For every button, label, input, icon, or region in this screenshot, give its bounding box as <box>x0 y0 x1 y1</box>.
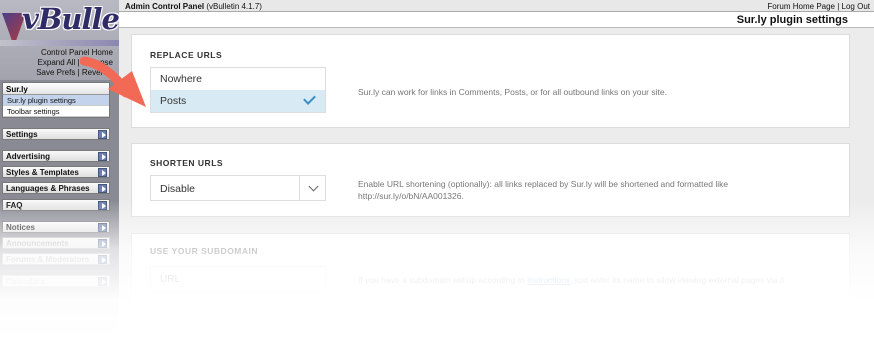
expand-arrow-icon[interactable] <box>98 223 107 232</box>
expand-arrow-icon[interactable] <box>98 277 107 286</box>
replace-urls-options[interactable]: Nowhere Posts <box>150 67 326 113</box>
option-posts[interactable]: Posts <box>151 90 325 112</box>
replace-urls-description: Sur.ly can work for links in Comments, P… <box>358 87 667 97</box>
admin-title: Admin Control Panel (vBulletin 4.1.7) <box>125 2 262 11</box>
nav-group-settings[interactable]: Settings <box>2 128 110 140</box>
select-value: Disable <box>160 183 196 195</box>
nav-group-label: FAQ <box>6 201 23 210</box>
instructions-link[interactable]: instructions <box>527 275 570 285</box>
expand-arrow-icon[interactable] <box>98 168 107 177</box>
page-title: Sur.ly plugin settings <box>119 12 874 28</box>
replace-urls-title: REPLACE URLS <box>150 50 223 60</box>
top-bar: Admin Control Panel (vBulletin 4.1.7) Fo… <box>119 0 874 12</box>
nav-group-label: Languages & Phrases <box>6 184 90 193</box>
main-content: REPLACE URLS Nowhere Posts Sur.ly can wo… <box>119 28 874 342</box>
select-divider <box>299 176 300 200</box>
nav-group-label: Advertising <box>6 152 51 161</box>
shorten-urls-card: SHORTEN URLS Disable Enable URL shorteni… <box>131 143 850 217</box>
expand-arrow-icon[interactable] <box>98 239 107 248</box>
nav-group-label: Settings <box>6 130 38 139</box>
nav-group-label: Notices <box>6 223 35 232</box>
nav-group-languages[interactable]: Languages & Phrases <box>2 182 110 194</box>
pointer-arrow-icon <box>80 56 146 107</box>
nav-group-label: Forums & Moderators <box>6 255 90 264</box>
option-nowhere[interactable]: Nowhere <box>151 68 325 90</box>
nav-group-calendars[interactable]: Calendars <box>2 275 110 287</box>
nav-group-label: Styles & Templates <box>6 168 79 177</box>
shorten-urls-description: Enable URL shortening (optionally): all … <box>358 179 729 201</box>
logo-swoosh <box>0 40 119 46</box>
subdomain-url-input[interactable]: URL <box>150 266 326 292</box>
expand-arrow-icon[interactable] <box>98 152 107 161</box>
checkmark-icon <box>303 92 316 105</box>
replace-urls-card: REPLACE URLS Nowhere Posts Sur.ly can wo… <box>131 34 850 128</box>
shorten-urls-title: SHORTEN URLS <box>150 158 224 168</box>
subdomain-title: USE YOUR SUBDOMAIN <box>150 246 259 256</box>
nav-group-styles[interactable]: Styles & Templates <box>2 166 110 178</box>
expand-arrow-icon[interactable] <box>98 130 107 139</box>
nav-group-notices[interactable]: Notices <box>2 221 110 233</box>
expand-arrow-icon[interactable] <box>98 255 107 264</box>
shorten-urls-select[interactable]: Disable <box>150 175 326 201</box>
option-label: Posts <box>160 95 187 107</box>
nav-group-forums[interactable]: Forums & Moderators <box>2 253 110 265</box>
expand-arrow-icon[interactable] <box>98 184 107 193</box>
chevron-down-icon[interactable] <box>308 181 319 192</box>
nav-group-faq[interactable]: FAQ <box>2 199 110 211</box>
expand-arrow-icon[interactable] <box>98 201 107 210</box>
sidebar: vBulletin Control Panel Home Expand All … <box>0 0 162 342</box>
top-links[interactable]: Forum Home Page | Log Out <box>767 2 870 11</box>
subdomain-description: If you have a subdomain set up according… <box>358 275 787 285</box>
nav-group-announcements[interactable]: Announcements <box>2 237 110 249</box>
subdomain-card: USE YOUR SUBDOMAIN URL If you have a sub… <box>131 233 850 313</box>
nav-group-advertising[interactable]: Advertising <box>2 150 110 162</box>
nav-group-label: Calendars <box>6 277 45 286</box>
nav-group-label: Announcements <box>6 239 69 248</box>
